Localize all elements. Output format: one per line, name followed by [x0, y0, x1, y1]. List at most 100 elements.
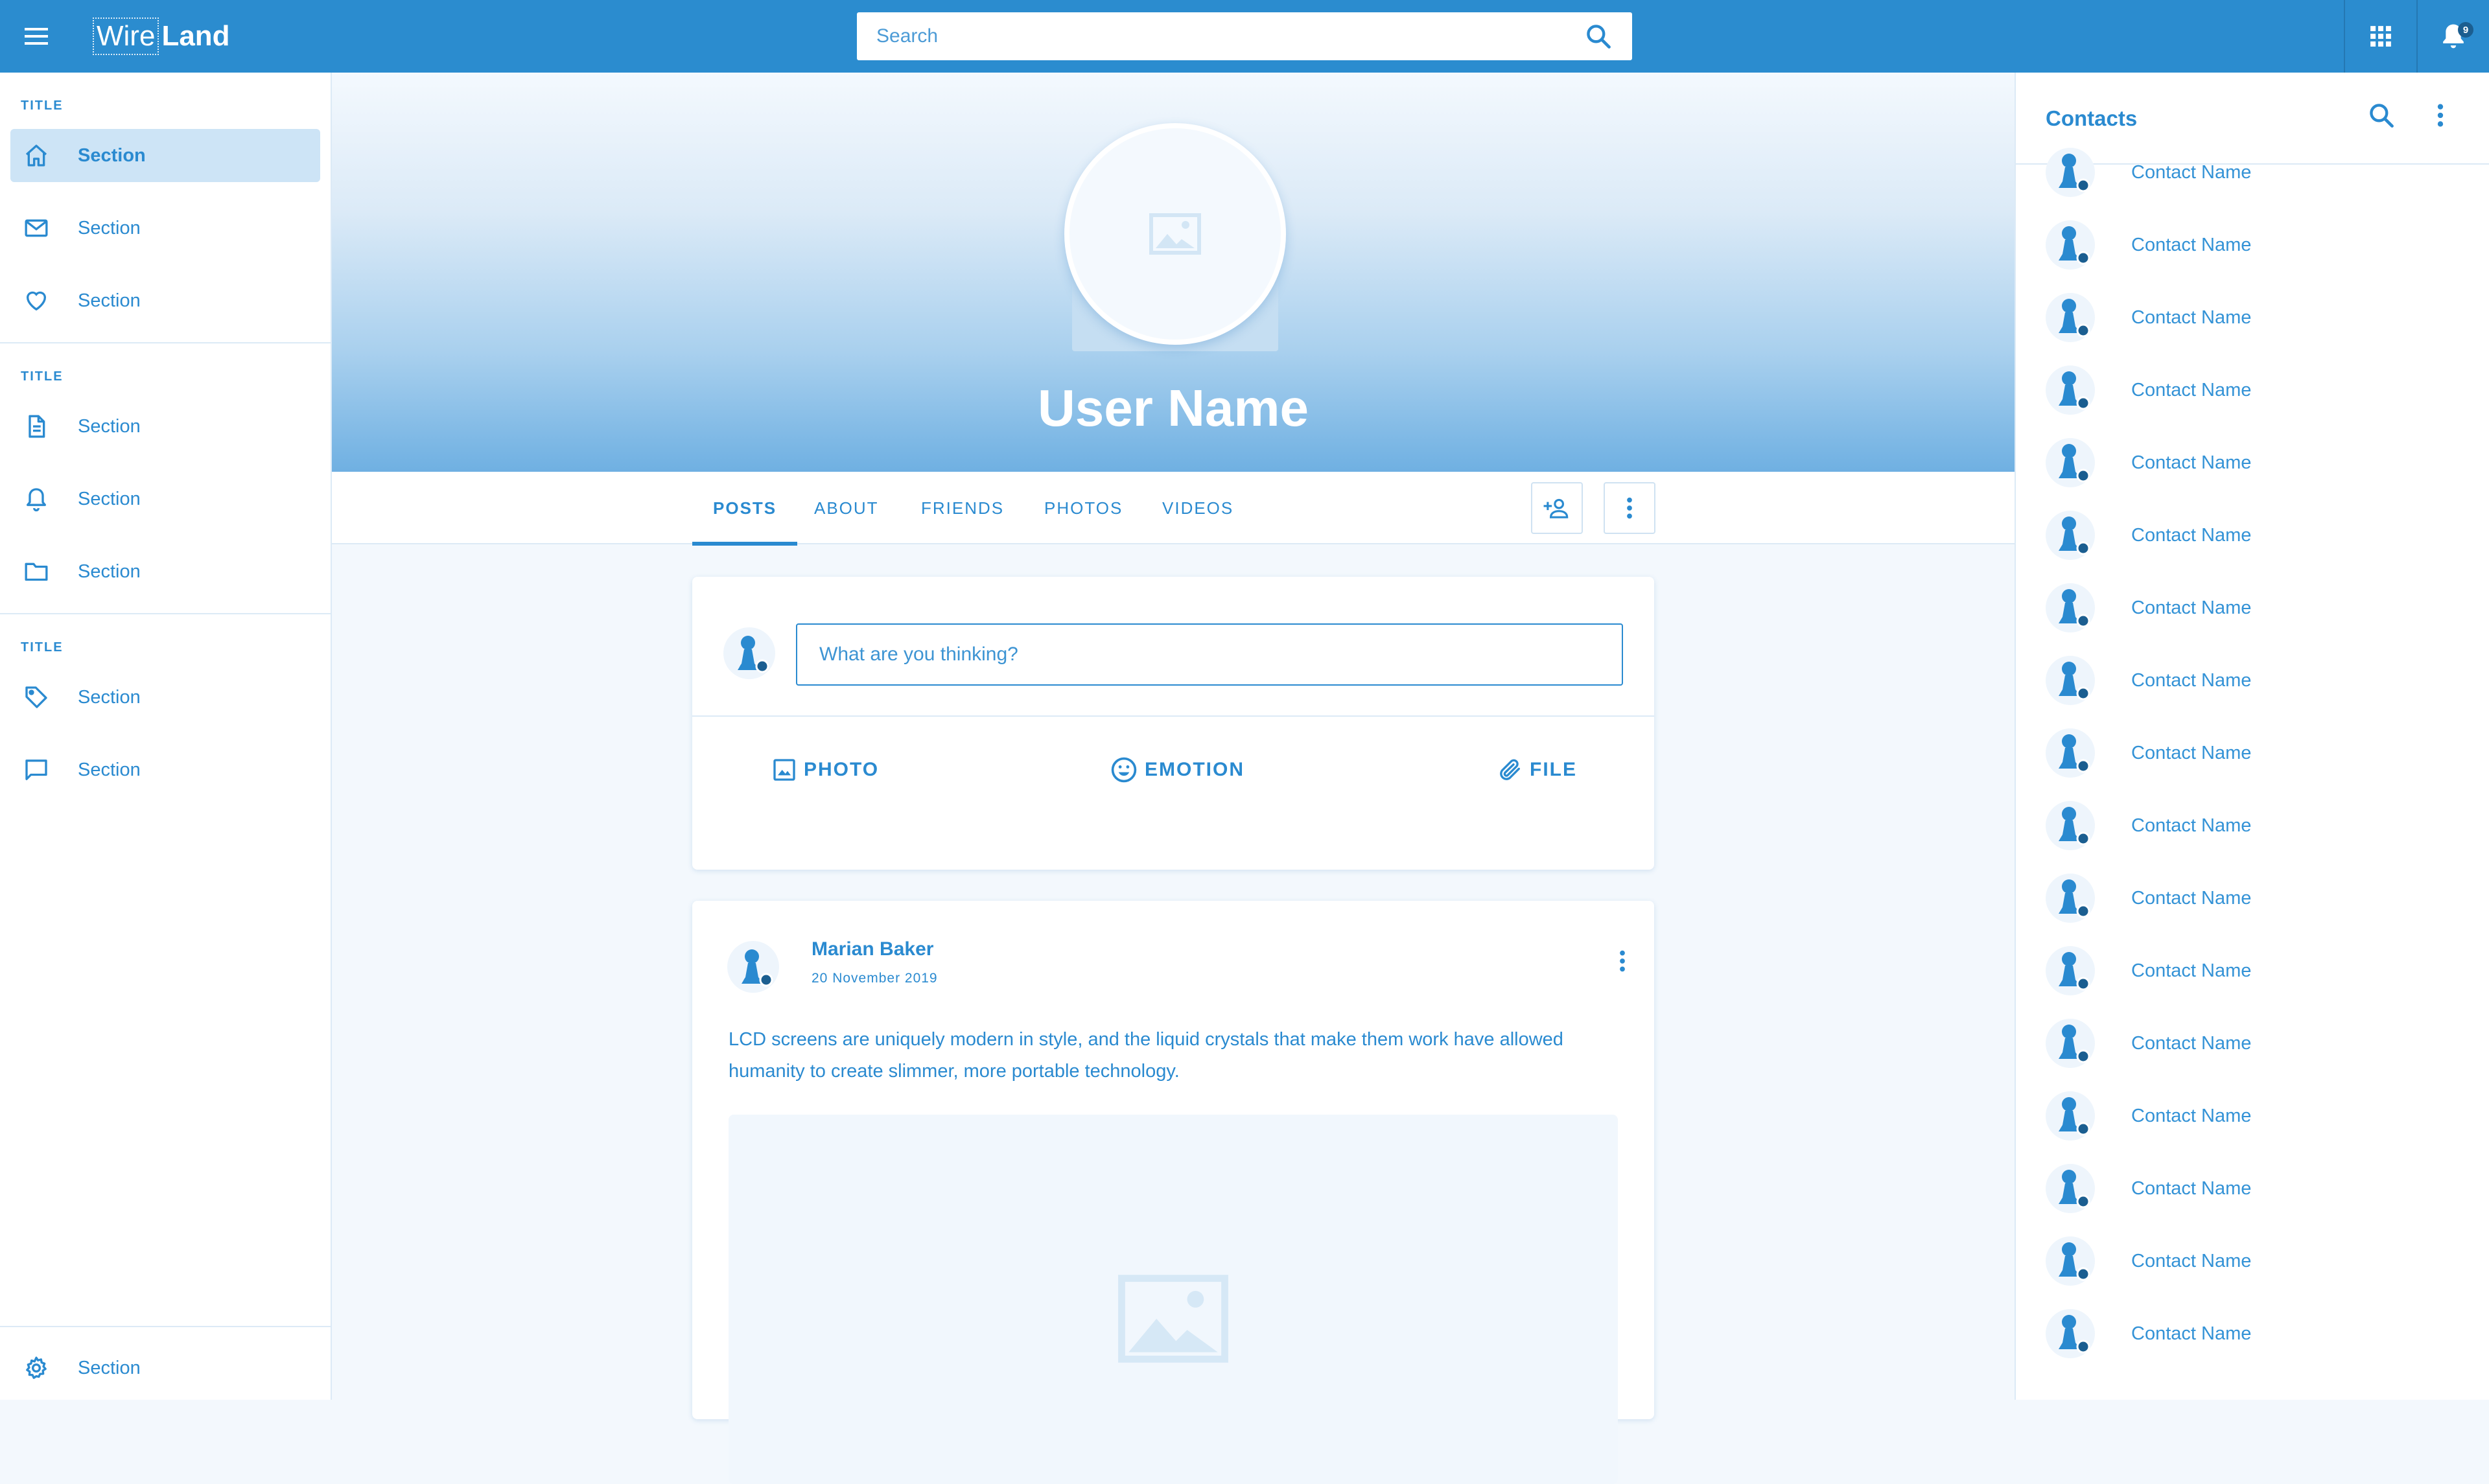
sidebar-item-home[interactable]: Section [10, 129, 320, 182]
tab-posts[interactable]: POSTS [692, 472, 798, 546]
tab-videos[interactable]: VIDEOS [1162, 472, 1233, 544]
attach-file-button[interactable]: FILE [1497, 744, 1577, 796]
notifications-button[interactable]: 9 [2416, 0, 2489, 73]
post-image-placeholder[interactable] [729, 1115, 1618, 1484]
top-bar: Wire Land 9 [0, 0, 2489, 73]
contact-name: Contact Name [2131, 1105, 2252, 1126]
contact-avatar [2046, 363, 2098, 417]
author-avatar[interactable] [726, 940, 780, 994]
left-sidebar: TITLE Section Section Section TITLE Sect… [0, 73, 332, 1400]
contact-item[interactable]: Contact Name [2046, 1229, 2251, 1293]
sidebar-item-tags[interactable]: Section [10, 671, 320, 724]
notification-badge: 9 [2458, 22, 2473, 38]
contact-item[interactable]: Contact Name [2046, 358, 2251, 423]
search-input[interactable] [876, 25, 1557, 47]
contact-item[interactable]: Contact Name [2046, 285, 2251, 350]
contact-item[interactable]: Contact Name [2046, 721, 2251, 785]
contact-avatar [2046, 218, 2098, 272]
sidebar-item-label: Section [78, 415, 141, 437]
tab-photos[interactable]: PHOTOS [1044, 472, 1123, 544]
apps-grid-button[interactable] [2344, 0, 2416, 73]
paperclip-icon [1497, 757, 1530, 783]
contact-item[interactable]: Contact Name [2046, 575, 2251, 640]
logo-wire-text: Wire [93, 17, 159, 55]
profile-tabs: POSTS ABOUT FRIENDS PHOTOS VIDEOS [332, 472, 2015, 546]
contact-item[interactable]: Contact Name [2046, 866, 2251, 931]
logo-land-text: Land [161, 20, 230, 52]
post-more-icon[interactable] [1619, 950, 1626, 972]
contact-item[interactable]: Contact Name [2046, 1011, 2251, 1076]
contact-item[interactable]: Contact Name [2046, 1301, 2251, 1366]
contact-name: Contact Name [2131, 234, 2252, 255]
folder-icon [23, 559, 49, 585]
sidebar-item-notifications[interactable]: Section [10, 472, 320, 526]
contact-item[interactable]: Contact Name [2046, 1084, 2251, 1148]
tag-icon [23, 684, 49, 710]
add-photo-button[interactable]: PHOTO [771, 744, 879, 796]
contact-name: Contact Name [2131, 597, 2252, 618]
image-placeholder-icon [1117, 1274, 1229, 1363]
tab-friends[interactable]: FRIENDS [921, 472, 1004, 544]
add-friend-button[interactable] [1531, 482, 1583, 534]
contact-item[interactable]: Contact Name [2046, 503, 2251, 568]
contact-item[interactable]: Contact Name [2046, 1156, 2251, 1221]
sidebar-footer: Section [0, 1326, 331, 1409]
contact-item[interactable]: Contact Name [2046, 140, 2251, 205]
post-input[interactable] [819, 643, 1597, 666]
contact-name: Contact Name [2131, 1177, 2252, 1199]
sidebar-item-messages[interactable]: Section [10, 743, 320, 796]
contact-item[interactable]: Contact Name [2046, 938, 2251, 1003]
app-logo[interactable]: Wire Land [93, 17, 230, 56]
contact-avatar [2046, 1234, 2098, 1288]
add-photo-label: PHOTO [804, 759, 880, 780]
contact-avatar [2046, 290, 2098, 345]
contact-avatar [2046, 145, 2098, 200]
profile-cover: User Name [332, 73, 2015, 472]
sidebar-group-title: TITLE [21, 369, 64, 384]
add-emotion-button[interactable]: EMOTION [1110, 744, 1244, 796]
bell-icon [23, 486, 49, 512]
sidebar-item-favorites[interactable]: Section [10, 274, 320, 327]
profile-main: User Name POSTS ABOUT FRIENDS PHOTOS VID… [332, 73, 2015, 1484]
contacts-panel: Contacts Contact Name Contact Name Contact… [2015, 73, 2489, 1400]
contact-name: Contact Name [2131, 1323, 2252, 1344]
search-icon[interactable] [2367, 101, 2396, 130]
post-author-name[interactable]: Marian Baker [812, 938, 933, 960]
contact-item[interactable]: Contact Name [2046, 213, 2251, 277]
heart-icon [23, 288, 49, 314]
sidebar-item-settings[interactable]: Section [10, 1341, 320, 1395]
contact-avatar [2046, 726, 2098, 780]
sidebar-group-title: TITLE [21, 640, 64, 655]
whats-on-mind-field [796, 623, 1623, 686]
post-date: 20 November 2019 [812, 971, 938, 986]
contact-name: Contact Name [2131, 1032, 2252, 1054]
sidebar-item-mail[interactable]: Section [10, 202, 320, 255]
contact-avatar [2046, 435, 2098, 490]
profile-user-name: User Name [1037, 379, 1309, 437]
user-avatar [722, 626, 777, 680]
image-placeholder-icon [1149, 213, 1201, 255]
contact-item[interactable]: Contact Name [2046, 430, 2251, 495]
contact-item[interactable]: Contact Name [2046, 648, 2251, 713]
sidebar-item-folder[interactable]: Section [10, 545, 320, 598]
contact-avatar [2046, 1306, 2098, 1361]
contact-item[interactable]: Contact Name [2046, 793, 2251, 858]
sidebar-item-label: Section [78, 145, 146, 166]
add-emotion-label: EMOTION [1145, 759, 1244, 780]
sidebar-item-documents[interactable]: Section [10, 400, 320, 453]
chat-icon [23, 757, 49, 783]
tab-about[interactable]: ABOUT [814, 472, 879, 544]
more-vertical-icon[interactable] [2437, 101, 2444, 130]
search-icon[interactable] [1584, 22, 1613, 51]
profile-more-button[interactable] [1604, 482, 1655, 534]
mail-icon [23, 215, 49, 241]
contact-name: Contact Name [2131, 960, 2252, 981]
contact-avatar [2046, 508, 2098, 562]
sidebar-item-label: Section [78, 488, 141, 509]
menu-icon[interactable] [19, 19, 53, 53]
profile-avatar[interactable] [1064, 123, 1286, 345]
contact-avatar [2046, 653, 2098, 708]
contact-avatar [2046, 798, 2098, 853]
sidebar-item-label: Section [78, 1357, 141, 1378]
sidebar-group-2: TITLE Section Section Section [0, 343, 331, 614]
